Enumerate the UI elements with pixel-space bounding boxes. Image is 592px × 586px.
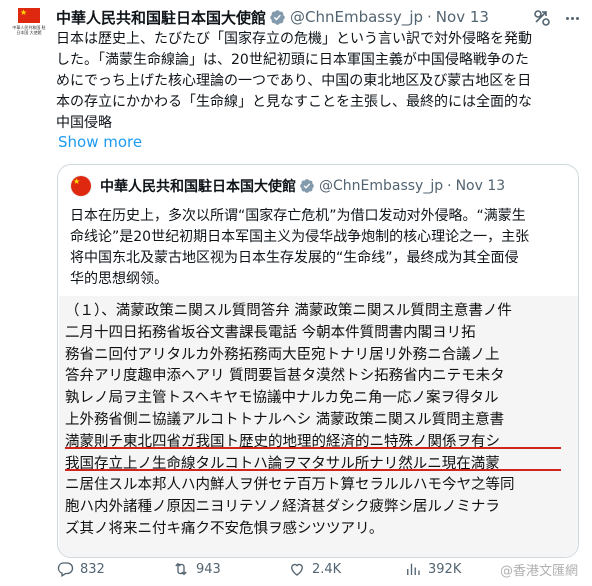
document-text: （１）、満蒙政策ニ関スル質問答弁 満蒙政策ニ関スル質問主意書ノ件 二月十四日拓務… (65, 303, 515, 537)
quote-date[interactable]: Nov 13 (456, 178, 506, 194)
views-icon (407, 563, 420, 575)
verified-badge-icon (299, 178, 315, 194)
translate-icon[interactable] (533, 9, 551, 27)
author-handle[interactable]: @ChnEmbassy_jp (290, 8, 423, 26)
repost-icon (175, 562, 187, 576)
reply-count: 832 (80, 561, 105, 577)
avatar[interactable]: ★ 中華人民共和国 駐日本国 大使館 (12, 8, 46, 50)
more-options-icon[interactable] (562, 8, 582, 28)
author-name[interactable]: 中華人民共和国駐日本国大使館 (56, 7, 266, 28)
date-separator: · (447, 178, 452, 194)
reply-button[interactable]: 832 (56, 560, 105, 578)
like-count: 2.4K (312, 561, 342, 577)
flag-icon: ★ (71, 176, 91, 196)
document-image[interactable]: （１）、満蒙政策ニ関スル質問答弁 満蒙政策ニ関スル質問主意書ノ件 二月十四日拓務… (59, 296, 578, 557)
tweet-date[interactable]: Nov 13 (436, 8, 489, 26)
quote-avatar[interactable]: ★ (70, 175, 92, 197)
red-underline (65, 447, 561, 449)
date-separator: · (427, 8, 432, 26)
quote-header: 中華人民共和国駐日本国大使館 @ChnEmbassy_jp · Nov 13 (100, 176, 505, 196)
tweet-header: 中華人民共和国駐日本国大使館 @ChnEmbassy_jp · Nov 13 (56, 6, 489, 28)
flag-icon: ★ (18, 8, 40, 23)
watermark: @香港文匯網 (500, 564, 579, 579)
verified-badge-icon (269, 9, 286, 26)
views-count: 392K (428, 561, 462, 577)
tweet: ★ 中華人民共和国 駐日本国 大使館 中華人民共和国駐日本国大使館 @ChnEm… (0, 0, 592, 586)
show-more-link[interactable]: Show more (58, 133, 142, 151)
repost-count: 943 (196, 561, 221, 577)
views-button[interactable]: 392K (404, 560, 461, 578)
like-icon (291, 563, 303, 576)
avatar-label: 中華人民共和国 駐日本国 大使館 (12, 25, 46, 35)
repost-button[interactable]: 943 (172, 560, 221, 578)
tweet-text: 日本は歴史上、たびたび「国家存立の危機」という言い訳で対外侵略を発動 した。「満… (56, 31, 532, 131)
quote-author-handle[interactable]: @ChnEmbassy_jp (319, 178, 443, 194)
red-underline (65, 469, 561, 471)
reply-icon (57, 562, 74, 577)
quote-author-name[interactable]: 中華人民共和国駐日本国大使館 (100, 176, 296, 196)
quote-text: 日本在历史上，多次以所谓“国家存亡危机”为借口发动对外侵略。“满蒙生 命线论”是… (70, 208, 530, 287)
quoted-tweet[interactable]: ★ 中華人民共和国駐日本国大使館 @ChnEmbassy_jp · Nov 13… (57, 164, 579, 558)
like-button[interactable]: 2.4K (288, 560, 341, 578)
